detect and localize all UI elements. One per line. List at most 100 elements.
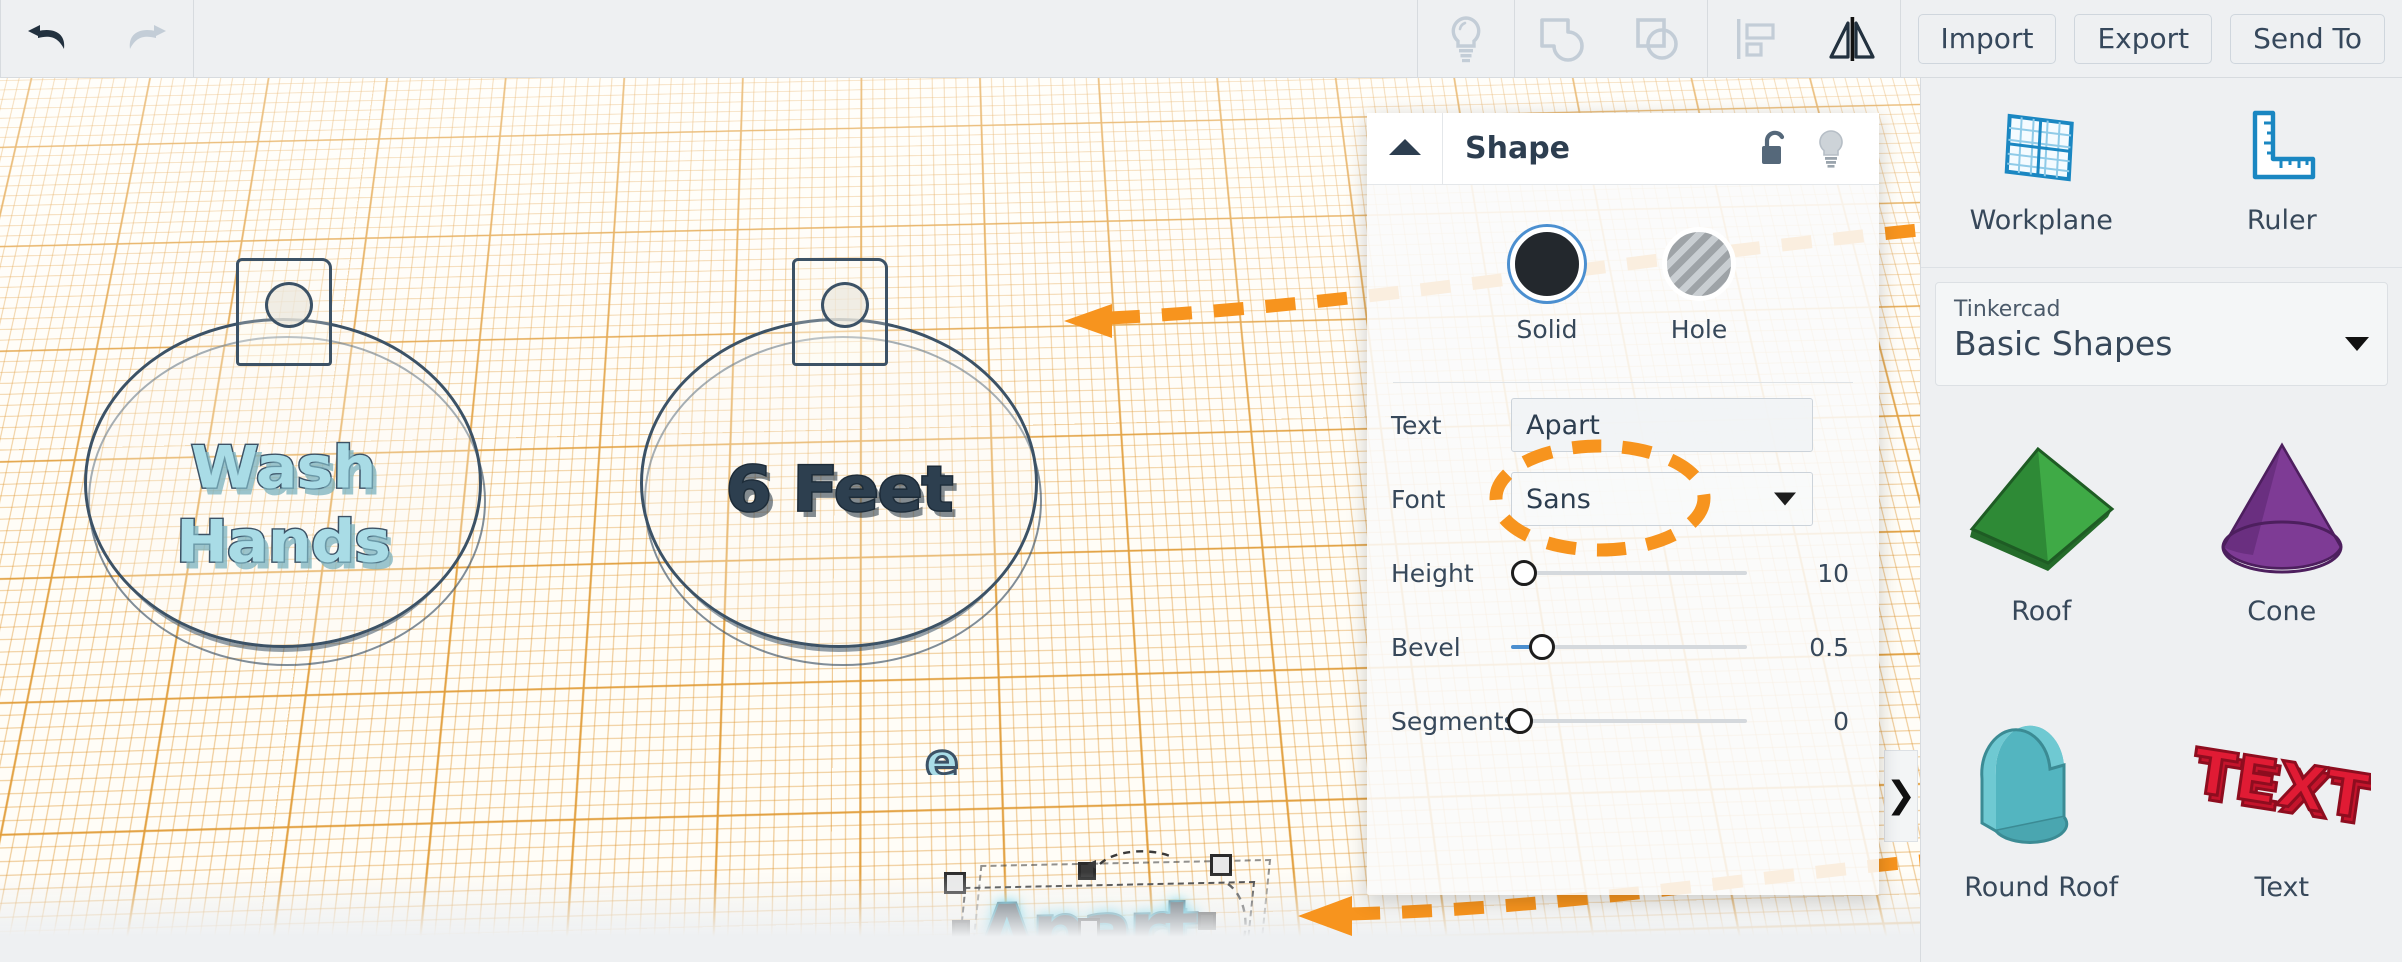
collapse-triangle-icon bbox=[1387, 136, 1423, 162]
redo-arrow-icon bbox=[120, 19, 170, 59]
fill-option-solid[interactable]: Solid bbox=[1510, 227, 1584, 344]
workplane-grid-icon bbox=[2002, 109, 2080, 189]
font-select-value: Sans bbox=[1526, 484, 1591, 515]
tag-text-line2: Hands bbox=[84, 512, 483, 571]
sidebar-tools: Workplane bbox=[1921, 78, 2402, 268]
chevron-down-icon bbox=[1774, 493, 1796, 506]
send-to-button[interactable]: Send To bbox=[2230, 14, 2385, 64]
group-ungroup-group bbox=[1515, 0, 1707, 77]
shape-item-label: Cone bbox=[2247, 596, 2316, 627]
top-toolbar: Import Export Send To bbox=[0, 0, 2402, 78]
partial-tag-text: e bbox=[925, 733, 985, 775]
bevel-value: 0.5 bbox=[1809, 633, 1855, 662]
field-row-bevel: Bevel 0.5 bbox=[1367, 615, 1879, 679]
undo-button[interactable] bbox=[1, 0, 97, 77]
segments-slider[interactable] bbox=[1511, 709, 1747, 733]
mirror-flip-icon bbox=[1824, 14, 1880, 64]
selected-object-apart[interactable]: Apart bbox=[960, 878, 1290, 962]
height-slider[interactable] bbox=[1511, 561, 1747, 585]
shape-item-label: Roof bbox=[2011, 596, 2071, 627]
chevron-down-icon bbox=[2345, 337, 2369, 351]
fill-option-label: Hole bbox=[1671, 315, 1727, 344]
toolbar-spacer bbox=[194, 0, 1417, 77]
slider-knob[interactable] bbox=[1507, 708, 1533, 734]
field-row-segments: Segments 0 bbox=[1367, 689, 1879, 753]
shape-item-label: Text bbox=[2254, 872, 2309, 903]
sidebar-tool-workplane[interactable]: Workplane bbox=[1921, 78, 2162, 267]
lightbulb-icon[interactable] bbox=[1813, 128, 1849, 170]
field-row-height: Height 10 bbox=[1367, 541, 1879, 605]
field-row-text: Text bbox=[1367, 393, 1879, 457]
redo-button[interactable] bbox=[97, 0, 193, 77]
shape-panel-title: Shape bbox=[1465, 131, 1570, 166]
shape-library-grid: Roof Cone bbox=[1921, 406, 2402, 958]
roof-shape-icon bbox=[1946, 432, 2136, 582]
unlocked-padlock-icon[interactable] bbox=[1757, 129, 1791, 169]
right-sidebar: Workplane bbox=[1920, 78, 2402, 962]
rotate-arc-right[interactable] bbox=[1210, 868, 1300, 962]
fill-option-label: Solid bbox=[1517, 315, 1578, 344]
sidebar-tool-label: Ruler bbox=[2247, 205, 2317, 236]
align-mirror-group bbox=[1708, 0, 1900, 77]
resize-handle-left[interactable] bbox=[952, 920, 970, 938]
shape-panel-header-icons bbox=[1757, 128, 1879, 170]
height-value: 10 bbox=[1817, 559, 1855, 588]
shape-panel-body: Solid Hole Text Font Sa bbox=[1367, 185, 1879, 753]
ruler-icon bbox=[2245, 109, 2319, 189]
expand-panel-chevron[interactable]: ❯ bbox=[1884, 750, 1918, 842]
slider-track bbox=[1525, 719, 1747, 723]
tinkercad-editor: Import Export Send To Wash Hands 6 Feet bbox=[0, 0, 2402, 962]
shape-item-round-roof[interactable]: Round Roof bbox=[1921, 682, 2162, 958]
shape-panel: Shape bbox=[1367, 113, 1879, 895]
field-row-font: Font Sans bbox=[1367, 467, 1879, 531]
fill-option-hole[interactable]: Hole bbox=[1662, 227, 1736, 344]
text-shape-icon: TEXT TEXT bbox=[2187, 708, 2377, 858]
text-input[interactable] bbox=[1511, 398, 1813, 452]
bevel-slider[interactable] bbox=[1511, 635, 1747, 659]
hole-swatch bbox=[1662, 227, 1736, 301]
view-group bbox=[1418, 0, 1514, 77]
height-handle[interactable] bbox=[1078, 918, 1100, 940]
ungroup-button[interactable] bbox=[1611, 0, 1707, 77]
history-group bbox=[1, 0, 193, 77]
svg-text:TEXT: TEXT bbox=[2193, 734, 2371, 833]
light-toggle-button[interactable] bbox=[1418, 0, 1514, 77]
field-label-font: Font bbox=[1391, 485, 1511, 514]
mirror-button[interactable] bbox=[1804, 0, 1900, 77]
shape-item-text[interactable]: TEXT TEXT Text bbox=[2162, 682, 2402, 958]
field-label-height: Height bbox=[1391, 559, 1511, 588]
file-actions-group: Import Export Send To bbox=[1901, 0, 2402, 77]
shape-panel-header: Shape bbox=[1367, 113, 1879, 185]
font-select[interactable]: Sans bbox=[1511, 472, 1813, 526]
round-roof-shape-icon bbox=[1946, 708, 2136, 858]
field-label-bevel: Bevel bbox=[1391, 633, 1511, 662]
import-button[interactable]: Import bbox=[1918, 14, 2057, 64]
slider-knob[interactable] bbox=[1511, 560, 1537, 586]
group-shapes-icon bbox=[1536, 14, 1590, 64]
shape-library-dropdown[interactable]: Tinkercad Basic Shapes bbox=[1935, 282, 2388, 386]
panel-divider bbox=[1393, 382, 1853, 383]
sidebar-tool-ruler[interactable]: Ruler bbox=[2162, 78, 2402, 267]
export-button[interactable]: Export bbox=[2074, 14, 2212, 64]
slider-knob[interactable] bbox=[1529, 634, 1555, 660]
field-label-text: Text bbox=[1391, 411, 1511, 440]
fill-type-selector: Solid Hole bbox=[1367, 185, 1879, 354]
shape-item-label: Round Roof bbox=[1964, 872, 2118, 903]
collapse-panel-button[interactable] bbox=[1367, 113, 1443, 184]
solid-swatch bbox=[1510, 227, 1584, 301]
align-button[interactable] bbox=[1708, 0, 1804, 77]
group-button[interactable] bbox=[1515, 0, 1611, 77]
segments-value: 0 bbox=[1833, 707, 1855, 736]
shape-item-roof[interactable]: Roof bbox=[1921, 406, 2162, 682]
undo-arrow-icon bbox=[24, 19, 74, 59]
slider-track bbox=[1525, 571, 1747, 575]
tag-hole bbox=[821, 282, 869, 328]
cone-shape-icon bbox=[2187, 432, 2377, 582]
shape-item-cone[interactable]: Cone bbox=[2162, 406, 2402, 682]
tag-text-line1: Wash bbox=[84, 438, 483, 497]
ungroup-shapes-icon bbox=[1632, 14, 1686, 64]
align-icon bbox=[1731, 14, 1781, 64]
tag-text-line1: 6 Feet bbox=[640, 458, 1039, 521]
library-owner: Tinkercad bbox=[1954, 297, 2369, 322]
sidebar-tool-label: Workplane bbox=[1970, 205, 2113, 236]
